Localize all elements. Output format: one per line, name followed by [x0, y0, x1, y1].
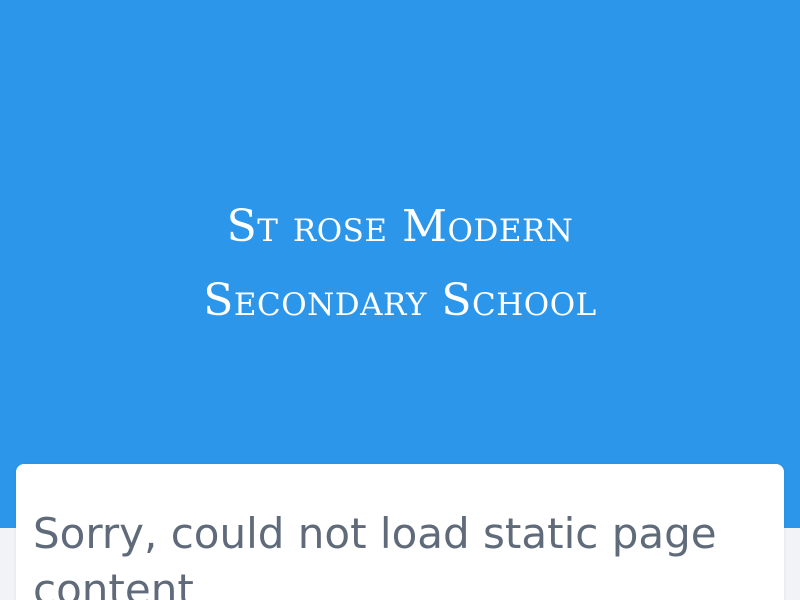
school-title: St rose Modern Secondary School [0, 190, 800, 338]
hero-banner: St rose Modern Secondary School [0, 0, 800, 528]
school-title-line-2: Secondary School [203, 275, 597, 326]
page: St rose Modern Secondary School Sorry, c… [0, 0, 800, 600]
content-card: Sorry, could not load static page conten… [16, 464, 784, 600]
error-message: Sorry, could not load static page conten… [33, 509, 717, 600]
school-title-line-1: St rose Modern [226, 201, 574, 252]
